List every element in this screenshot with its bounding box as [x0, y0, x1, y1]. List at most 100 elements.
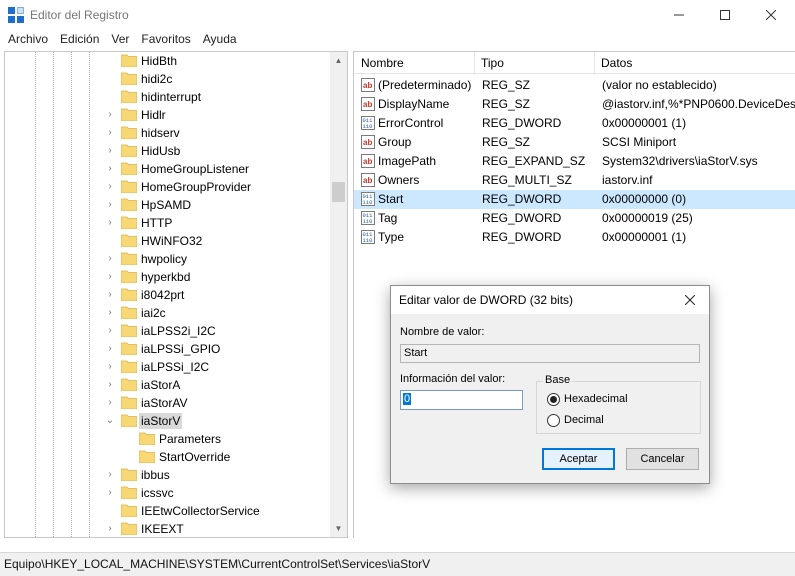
- tree-item-label: iai2c: [141, 306, 166, 320]
- value-row[interactable]: 011 110 Type REG_DWORD 0x00000001 (1): [354, 228, 795, 247]
- svg-text:ab: ab: [363, 157, 372, 166]
- tree-item[interactable]: hidinterrupt: [5, 88, 335, 106]
- menu-ayuda[interactable]: Ayuda: [197, 30, 243, 50]
- cancel-button[interactable]: Cancelar: [626, 448, 699, 470]
- value-data-input[interactable]: 0: [400, 390, 523, 410]
- column-separator[interactable]: [474, 52, 475, 74]
- ok-button[interactable]: Aceptar: [542, 448, 615, 470]
- chevron-right-icon[interactable]: ›: [105, 199, 115, 211]
- chevron-right-icon[interactable]: ›: [105, 289, 115, 301]
- tree-item[interactable]: › Hidlr: [5, 106, 335, 124]
- folder-icon: [121, 378, 137, 391]
- tree-item[interactable]: › HidUsb: [5, 142, 335, 160]
- dialog-close-button[interactable]: [681, 291, 699, 309]
- chevron-right-icon[interactable]: ›: [105, 127, 115, 139]
- value-row[interactable]: ab Group REG_SZ SCSI Miniport: [354, 133, 795, 152]
- value-name-field[interactable]: Start: [400, 344, 700, 363]
- chevron-right-icon[interactable]: ›: [105, 343, 115, 355]
- scroll-up-icon[interactable]: ▲: [330, 52, 347, 69]
- tree-item[interactable]: Parameters: [5, 430, 335, 448]
- tree-item[interactable]: IEEtwCollectorService: [5, 502, 335, 520]
- tree-item[interactable]: › ibbus: [5, 466, 335, 484]
- tree-scrollbar[interactable]: ▲ ▼: [330, 52, 347, 537]
- folder-icon: [121, 72, 137, 85]
- chevron-right-icon[interactable]: ›: [105, 325, 115, 337]
- tree-item[interactable]: › iaLPSSi_I2C: [5, 358, 335, 376]
- chevron-right-icon[interactable]: ›: [105, 487, 115, 499]
- value-type: REG_MULTI_SZ: [482, 173, 572, 187]
- radio-button-icon[interactable]: [547, 414, 560, 427]
- tree-item[interactable]: StartOverride: [5, 448, 335, 466]
- close-icon: [766, 10, 776, 20]
- chevron-right-icon[interactable]: ›: [105, 253, 115, 265]
- chevron-right-icon[interactable]: ›: [105, 361, 115, 373]
- column-header-data[interactable]: Datos: [601, 56, 632, 70]
- tree-item[interactable]: HidBth: [5, 52, 335, 70]
- chevron-right-icon[interactable]: ›: [105, 217, 115, 229]
- chevron-right-icon[interactable]: ›: [105, 523, 115, 535]
- value-data: 0x00000000 (0): [602, 192, 687, 206]
- chevron-right-icon[interactable]: ›: [105, 181, 115, 193]
- tree-item[interactable]: › iaLPSS2i_I2C: [5, 322, 335, 340]
- value-row[interactable]: 011 110 ErrorControl REG_DWORD 0x00000001 (1…: [354, 114, 795, 133]
- chevron-right-icon[interactable]: ›: [105, 397, 115, 409]
- chevron-right-icon[interactable]: ›: [105, 307, 115, 319]
- chevron-right-icon[interactable]: ›: [105, 469, 115, 481]
- value-name: Start: [378, 192, 404, 206]
- menu-favoritos[interactable]: Favoritos: [135, 30, 196, 50]
- chevron-right-icon[interactable]: ›: [105, 271, 115, 283]
- tree-item[interactable]: › hyperkbd: [5, 268, 335, 286]
- tree-item[interactable]: › IKEEXT: [5, 520, 335, 537]
- tree-item[interactable]: › HomeGroupProvider: [5, 178, 335, 196]
- tree-item-label: iaLPSSi_GPIO: [141, 342, 221, 356]
- column-header-name[interactable]: Nombre: [361, 56, 404, 70]
- value-row[interactable]: ab Owners REG_MULTI_SZ iastorv.inf: [354, 171, 795, 190]
- radio-button-icon[interactable]: [547, 393, 560, 406]
- tree-item[interactable]: hidi2c: [5, 70, 335, 88]
- menu-archivo[interactable]: Archivo: [2, 30, 54, 50]
- tree-item[interactable]: › iaLPSSi_GPIO: [5, 340, 335, 358]
- minimize-button[interactable]: [656, 0, 702, 30]
- tree-item[interactable]: › iaStorA: [5, 376, 335, 394]
- tree-item-label: Parameters: [159, 432, 222, 446]
- tree-item[interactable]: › i8042prt: [5, 286, 335, 304]
- chevron-right-icon[interactable]: ›: [105, 163, 115, 175]
- key-tree[interactable]: HidBth hidi2c hidinterrupt › Hidlr › hidserv › H…: [4, 51, 348, 538]
- menu-edicion[interactable]: Edición: [54, 30, 105, 50]
- value-row[interactable]: ab DisplayName REG_SZ @iastorv.inf,%*PNP060…: [354, 95, 795, 114]
- scroll-down-icon[interactable]: ▼: [330, 520, 347, 537]
- chevron-right-icon[interactable]: ›: [105, 109, 115, 121]
- tree-item[interactable]: › iai2c: [5, 304, 335, 322]
- tree-item[interactable]: HWiNFO32: [5, 232, 335, 250]
- column-header-type[interactable]: Tipo: [481, 56, 504, 70]
- folder-icon: [121, 234, 137, 247]
- tree-item-label: hidinterrupt: [141, 90, 202, 104]
- close-button[interactable]: [748, 0, 794, 30]
- value-data: 0x00000019 (25): [602, 211, 693, 225]
- tree-item[interactable]: › iaStorAV: [5, 394, 335, 412]
- tree-item[interactable]: › hwpolicy: [5, 250, 335, 268]
- tree-item[interactable]: › HTTP: [5, 214, 335, 232]
- list-header: Nombre Tipo Datos: [354, 52, 795, 74]
- value-row[interactable]: ab ImagePath REG_EXPAND_SZ System32\drivers…: [354, 152, 795, 171]
- tree-item-label: IEEtwCollectorService: [141, 504, 260, 518]
- tree-item[interactable]: › HpSAMD: [5, 196, 335, 214]
- chevron-right-icon[interactable]: ›: [105, 379, 115, 391]
- value-row[interactable]: 011 110 Tag REG_DWORD 0x00000019 (25): [354, 209, 795, 228]
- chevron-down-icon[interactable]: ⌄: [105, 415, 115, 427]
- tree-item-label: HpSAMD: [141, 198, 192, 212]
- string-value-icon: ab: [361, 173, 375, 187]
- binary-value-icon: 011110: [361, 192, 375, 206]
- tree-item-label: HidBth: [141, 54, 178, 68]
- tree-item[interactable]: › HomeGroupListener: [5, 160, 335, 178]
- chevron-right-icon[interactable]: ›: [105, 145, 115, 157]
- tree-item[interactable]: › hidserv: [5, 124, 335, 142]
- value-row[interactable]: 011 110 Start REG_DWORD 0x00000000 (0): [354, 190, 795, 209]
- column-separator[interactable]: [594, 52, 595, 74]
- maximize-button[interactable]: [702, 0, 748, 30]
- tree-item[interactable]: › icssvc: [5, 484, 335, 502]
- value-row[interactable]: ab (Predeterminado) REG_SZ (valor no establ…: [354, 76, 795, 95]
- menu-ver[interactable]: Ver: [105, 30, 135, 50]
- scroll-thumb[interactable]: [332, 182, 345, 202]
- tree-item[interactable]: ⌄ iaStorV: [5, 412, 335, 430]
